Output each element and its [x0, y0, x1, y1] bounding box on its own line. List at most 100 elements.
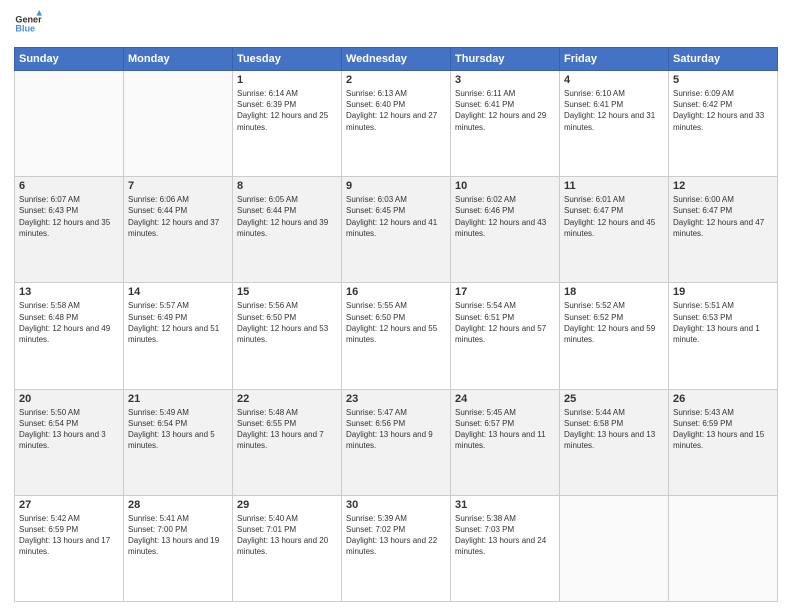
day-number: 30 — [346, 499, 446, 511]
calendar-day-cell: 31 Sunrise: 5:38 AM Sunset: 7:03 PM Dayli… — [451, 495, 560, 601]
calendar-day-cell — [124, 71, 233, 177]
calendar-day-cell: 4Sunrise: 6:10 AM Sunset: 6:41 PM Daylig… — [560, 71, 669, 177]
calendar-day-cell — [15, 71, 124, 177]
day-info: Sunrise: 5:39 AM Sunset: 7:02 PM Dayligh… — [346, 513, 446, 558]
calendar-day-cell: 9Sunrise: 6:03 AM Sunset: 6:45 PM Daylig… — [342, 177, 451, 283]
day-number: 17 — [455, 286, 555, 298]
calendar-day-cell: 7 Sunrise: 6:06 AM Sunset: 6:44 PM Daylig… — [124, 177, 233, 283]
day-info: Sunrise: 5:49 AM Sunset: 6:54 PM Dayligh… — [128, 407, 228, 452]
calendar-header-row: SundayMondayTuesdayWednesdayThursdayFrid… — [15, 48, 778, 71]
day-info: Sunrise: 6:11 AM Sunset: 6:41 PM Dayligh… — [455, 88, 555, 133]
calendar-day-cell: 20 Sunrise: 5:50 AM Sunset: 6:54 PM Dayli… — [15, 389, 124, 495]
day-info: Sunrise: 5:52 AM Sunset: 6:52 PM Dayligh… — [564, 300, 664, 345]
day-info: Sunrise: 5:57 AM Sunset: 6:49 PM Dayligh… — [128, 300, 228, 345]
day-info: Sunrise: 6:01 AM Sunset: 6:47 PM Dayligh… — [564, 194, 664, 239]
day-number: 11 — [564, 180, 664, 192]
calendar-day-cell: 8 Sunrise: 6:05 AM Sunset: 6:44 PM Daylig… — [233, 177, 342, 283]
day-number: 27 — [19, 499, 119, 511]
day-info: Sunrise: 5:40 AM Sunset: 7:01 PM Dayligh… — [237, 513, 337, 558]
day-number: 2 — [346, 74, 446, 86]
day-number: 19 — [673, 286, 773, 298]
calendar-week-row: 6 Sunrise: 6:07 AM Sunset: 6:43 PM Daylig… — [15, 177, 778, 283]
calendar-day-cell: 1 Sunrise: 6:14 AM Sunset: 6:39 PM Daylig… — [233, 71, 342, 177]
day-number: 1 — [237, 74, 337, 86]
day-info: Sunrise: 6:03 AM Sunset: 6:45 PM Dayligh… — [346, 194, 446, 239]
day-info: Sunrise: 6:10 AM Sunset: 6:41 PM Dayligh… — [564, 88, 664, 133]
day-info: Sunrise: 6:14 AM Sunset: 6:39 PM Dayligh… — [237, 88, 337, 133]
day-number: 16 — [346, 286, 446, 298]
day-number: 6 — [19, 180, 119, 192]
day-of-week-header: Sunday — [15, 48, 124, 71]
day-number: 26 — [673, 393, 773, 405]
day-info: Sunrise: 5:43 AM Sunset: 6:59 PM Dayligh… — [673, 407, 773, 452]
calendar-day-cell: 12 Sunrise: 6:00 AM Sunset: 6:47 PM Dayli… — [669, 177, 778, 283]
day-number: 23 — [346, 393, 446, 405]
calendar-day-cell: 3 Sunrise: 6:11 AM Sunset: 6:41 PM Daylig… — [451, 71, 560, 177]
calendar-day-cell: 18Sunrise: 5:52 AM Sunset: 6:52 PM Dayli… — [560, 283, 669, 389]
day-info: Sunrise: 5:42 AM Sunset: 6:59 PM Dayligh… — [19, 513, 119, 558]
day-info: Sunrise: 6:02 AM Sunset: 6:46 PM Dayligh… — [455, 194, 555, 239]
day-number: 3 — [455, 74, 555, 86]
calendar-day-cell: 6 Sunrise: 6:07 AM Sunset: 6:43 PM Daylig… — [15, 177, 124, 283]
calendar-day-cell: 22Sunrise: 5:48 AM Sunset: 6:55 PM Dayli… — [233, 389, 342, 495]
day-info: Sunrise: 5:44 AM Sunset: 6:58 PM Dayligh… — [564, 407, 664, 452]
day-number: 21 — [128, 393, 228, 405]
day-of-week-header: Monday — [124, 48, 233, 71]
day-number: 10 — [455, 180, 555, 192]
calendar-table: SundayMondayTuesdayWednesdayThursdayFrid… — [14, 47, 778, 602]
calendar-day-cell: 11 Sunrise: 6:01 AM Sunset: 6:47 PM Dayli… — [560, 177, 669, 283]
calendar-day-cell: 5 Sunrise: 6:09 AM Sunset: 6:42 PM Daylig… — [669, 71, 778, 177]
day-number: 13 — [19, 286, 119, 298]
calendar-day-cell: 26 Sunrise: 5:43 AM Sunset: 6:59 PM Dayli… — [669, 389, 778, 495]
day-info: Sunrise: 5:55 AM Sunset: 6:50 PM Dayligh… — [346, 300, 446, 345]
calendar-day-cell: 24Sunrise: 5:45 AM Sunset: 6:57 PM Dayli… — [451, 389, 560, 495]
calendar-day-cell: 16 Sunrise: 5:55 AM Sunset: 6:50 PM Dayli… — [342, 283, 451, 389]
header: General Blue — [14, 10, 778, 38]
day-number: 22 — [237, 393, 337, 405]
calendar-day-cell: 23 Sunrise: 5:47 AM Sunset: 6:56 PM Dayli… — [342, 389, 451, 495]
day-info: Sunrise: 6:00 AM Sunset: 6:47 PM Dayligh… — [673, 194, 773, 239]
day-info: Sunrise: 6:06 AM Sunset: 6:44 PM Dayligh… — [128, 194, 228, 239]
day-of-week-header: Wednesday — [342, 48, 451, 71]
day-info: Sunrise: 5:41 AM Sunset: 7:00 PM Dayligh… — [128, 513, 228, 558]
day-info: Sunrise: 5:56 AM Sunset: 6:50 PM Dayligh… — [237, 300, 337, 345]
day-info: Sunrise: 6:09 AM Sunset: 6:42 PM Dayligh… — [673, 88, 773, 133]
calendar-day-cell: 30 Sunrise: 5:39 AM Sunset: 7:02 PM Dayli… — [342, 495, 451, 601]
day-info: Sunrise: 6:05 AM Sunset: 6:44 PM Dayligh… — [237, 194, 337, 239]
day-number: 31 — [455, 499, 555, 511]
logo-icon: General Blue — [14, 10, 42, 38]
calendar-week-row: 1 Sunrise: 6:14 AM Sunset: 6:39 PM Daylig… — [15, 71, 778, 177]
day-number: 15 — [237, 286, 337, 298]
calendar-day-cell: 28 Sunrise: 5:41 AM Sunset: 7:00 PM Dayli… — [124, 495, 233, 601]
day-info: Sunrise: 6:07 AM Sunset: 6:43 PM Dayligh… — [19, 194, 119, 239]
day-info: Sunrise: 5:58 AM Sunset: 6:48 PM Dayligh… — [19, 300, 119, 345]
calendar-week-row: 20 Sunrise: 5:50 AM Sunset: 6:54 PM Dayli… — [15, 389, 778, 495]
calendar-day-cell: 25Sunrise: 5:44 AM Sunset: 6:58 PM Dayli… — [560, 389, 669, 495]
calendar-day-cell: 19Sunrise: 5:51 AM Sunset: 6:53 PM Dayli… — [669, 283, 778, 389]
day-info: Sunrise: 5:50 AM Sunset: 6:54 PM Dayligh… — [19, 407, 119, 452]
calendar-day-cell: 29Sunrise: 5:40 AM Sunset: 7:01 PM Dayli… — [233, 495, 342, 601]
calendar-week-row: 13 Sunrise: 5:58 AM Sunset: 6:48 PM Dayli… — [15, 283, 778, 389]
day-of-week-header: Tuesday — [233, 48, 342, 71]
day-number: 24 — [455, 393, 555, 405]
day-number: 28 — [128, 499, 228, 511]
day-info: Sunrise: 5:38 AM Sunset: 7:03 PM Dayligh… — [455, 513, 555, 558]
day-number: 20 — [19, 393, 119, 405]
calendar-day-cell: 27 Sunrise: 5:42 AM Sunset: 6:59 PM Dayli… — [15, 495, 124, 601]
day-of-week-header: Saturday — [669, 48, 778, 71]
day-number: 5 — [673, 74, 773, 86]
calendar-day-cell: 2Sunrise: 6:13 AM Sunset: 6:40 PM Daylig… — [342, 71, 451, 177]
calendar-day-cell: 21 Sunrise: 5:49 AM Sunset: 6:54 PM Dayli… — [124, 389, 233, 495]
calendar-day-cell: 14Sunrise: 5:57 AM Sunset: 6:49 PM Dayli… — [124, 283, 233, 389]
day-of-week-header: Thursday — [451, 48, 560, 71]
day-number: 12 — [673, 180, 773, 192]
day-number: 7 — [128, 180, 228, 192]
calendar-day-cell — [560, 495, 669, 601]
calendar-day-cell: 10 Sunrise: 6:02 AM Sunset: 6:46 PM Dayli… — [451, 177, 560, 283]
calendar-day-cell — [669, 495, 778, 601]
day-info: Sunrise: 5:47 AM Sunset: 6:56 PM Dayligh… — [346, 407, 446, 452]
page: General Blue SundayMondayTuesdayWednesda… — [0, 0, 792, 612]
logo: General Blue — [14, 10, 42, 38]
svg-text:Blue: Blue — [15, 24, 35, 34]
day-number: 8 — [237, 180, 337, 192]
